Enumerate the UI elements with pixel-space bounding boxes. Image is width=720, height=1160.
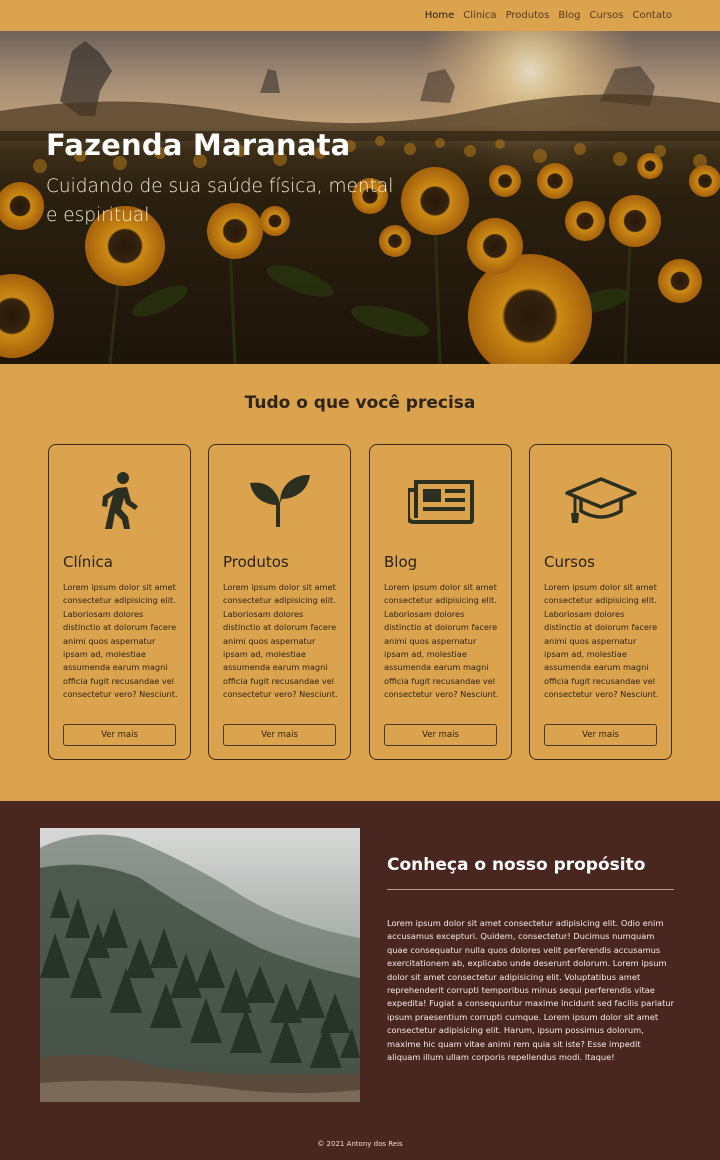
newspaper-icon <box>370 471 511 531</box>
card-text: Lorem ipsum dolor sit amet consectetur a… <box>63 582 178 700</box>
card-title: Produtos <box>223 553 289 571</box>
nav-link-produtos[interactable]: Produtos <box>506 10 550 21</box>
card-text: Lorem ipsum dolor sit amet consectetur a… <box>544 582 659 700</box>
service-card-produtos: Produtos Lorem ipsum dolor sit amet cons… <box>208 444 351 760</box>
seedling-icon <box>209 471 350 531</box>
service-card-cursos: Cursos Lorem ipsum dolor sit amet consec… <box>529 444 672 760</box>
card-text: Lorem ipsum dolor sit amet consectetur a… <box>223 582 338 700</box>
hero-banner: Fazenda Maranata Cuidando de sua saúde f… <box>0 31 720 364</box>
ver-mais-button-cursos[interactable]: Ver mais <box>544 724 657 746</box>
card-text: Lorem ipsum dolor sit amet consectetur a… <box>384 582 499 700</box>
navbar: Home Clínica Produtos Blog Cursos Contat… <box>0 0 720 31</box>
purpose-title: Conheça o nosso propósito <box>387 855 646 875</box>
nav-link-contato[interactable]: Contato <box>632 10 672 21</box>
ver-mais-button-blog[interactable]: Ver mais <box>384 724 497 746</box>
purpose-section: Conheça o nosso propósito Lorem ipsum do… <box>0 801 720 1160</box>
nav-link-clinica[interactable]: Clínica <box>463 10 496 21</box>
services-section: Tudo o que você precisa Clínica Lorem ip… <box>0 364 720 801</box>
nav-link-cursos[interactable]: Cursos <box>589 10 623 21</box>
card-title: Cursos <box>544 553 595 571</box>
card-title: Blog <box>384 553 418 571</box>
ver-mais-button-produtos[interactable]: Ver mais <box>223 724 336 746</box>
graduation-cap-icon <box>530 471 671 531</box>
purpose-text: Lorem ipsum dolor sit amet consectetur a… <box>387 918 675 1063</box>
nav-link-home[interactable]: Home <box>425 10 455 21</box>
services-title: Tudo o que você precisa <box>244 393 476 413</box>
hero-title: Fazenda Maranata <box>46 128 351 162</box>
ver-mais-button-clinica[interactable]: Ver mais <box>63 724 176 746</box>
service-card-clinica: Clínica Lorem ipsum dolor sit amet conse… <box>48 444 191 760</box>
card-title: Clínica <box>63 553 113 571</box>
walking-person-icon <box>49 471 190 531</box>
footer-copyright: © 2021 Antony dos Reis <box>317 1140 403 1148</box>
divider <box>387 889 674 890</box>
nav-link-blog[interactable]: Blog <box>558 10 580 21</box>
forest-image <box>40 828 360 1102</box>
service-card-blog: Blog Lorem ipsum dolor sit amet consecte… <box>369 444 512 760</box>
hero-subtitle: Cuidando de sua saúde física, mental e e… <box>46 176 394 226</box>
